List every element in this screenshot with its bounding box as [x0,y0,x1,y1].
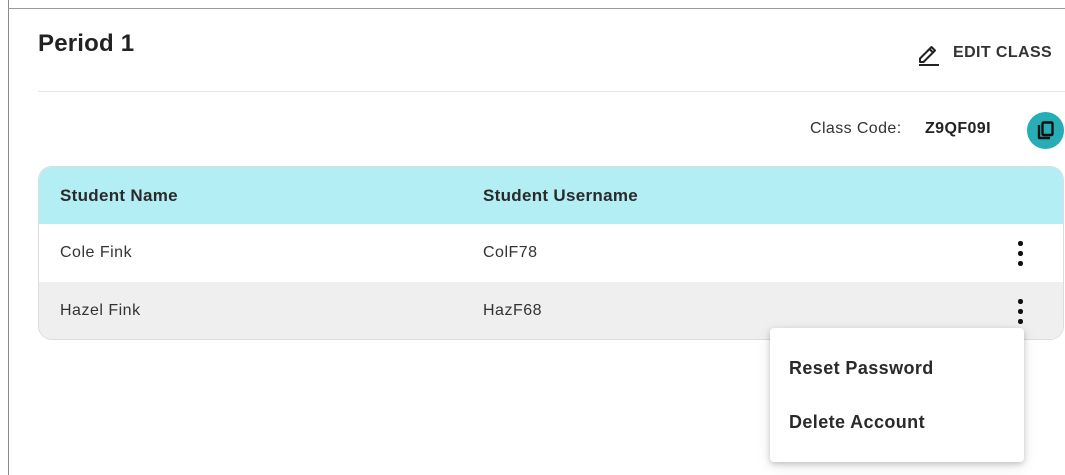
student-name: Hazel Fink [60,302,141,319]
more-vertical-icon[interactable] [1009,239,1031,269]
column-header-student-name[interactable]: Student Name [60,186,178,206]
class-code-label: Class Code: [810,120,902,137]
student-name: Cole Fink [60,244,133,261]
table-header: Student Name Student Username [39,167,1063,224]
students-table: Student Name Student Username Cole Fink … [38,166,1064,340]
edit-class-button[interactable]: EDIT CLASS [916,40,1052,66]
student-username: HazF68 [483,302,543,319]
column-header-student-username[interactable]: Student Username [483,186,638,206]
header-divider [38,91,1065,92]
student-username: ColF78 [483,244,538,261]
copy-icon [1037,120,1054,139]
page-frame-left-border [8,0,9,475]
table-row: Cole Fink ColF78 [39,224,1063,282]
row-context-menu: Reset Password Delete Account [770,328,1024,462]
reset-password-menu-item[interactable]: Reset Password [789,358,934,379]
delete-account-menu-item[interactable]: Delete Account [789,412,925,433]
page-frame-top-border [8,8,1065,9]
class-title: Period 1 [38,30,135,57]
edit-class-label: EDIT CLASS [953,44,1053,61]
more-vertical-icon[interactable] [1009,297,1031,327]
copy-class-code-button[interactable] [1027,112,1064,149]
pencil-icon [919,46,939,66]
class-code-value: Z9QF09I [925,120,991,137]
